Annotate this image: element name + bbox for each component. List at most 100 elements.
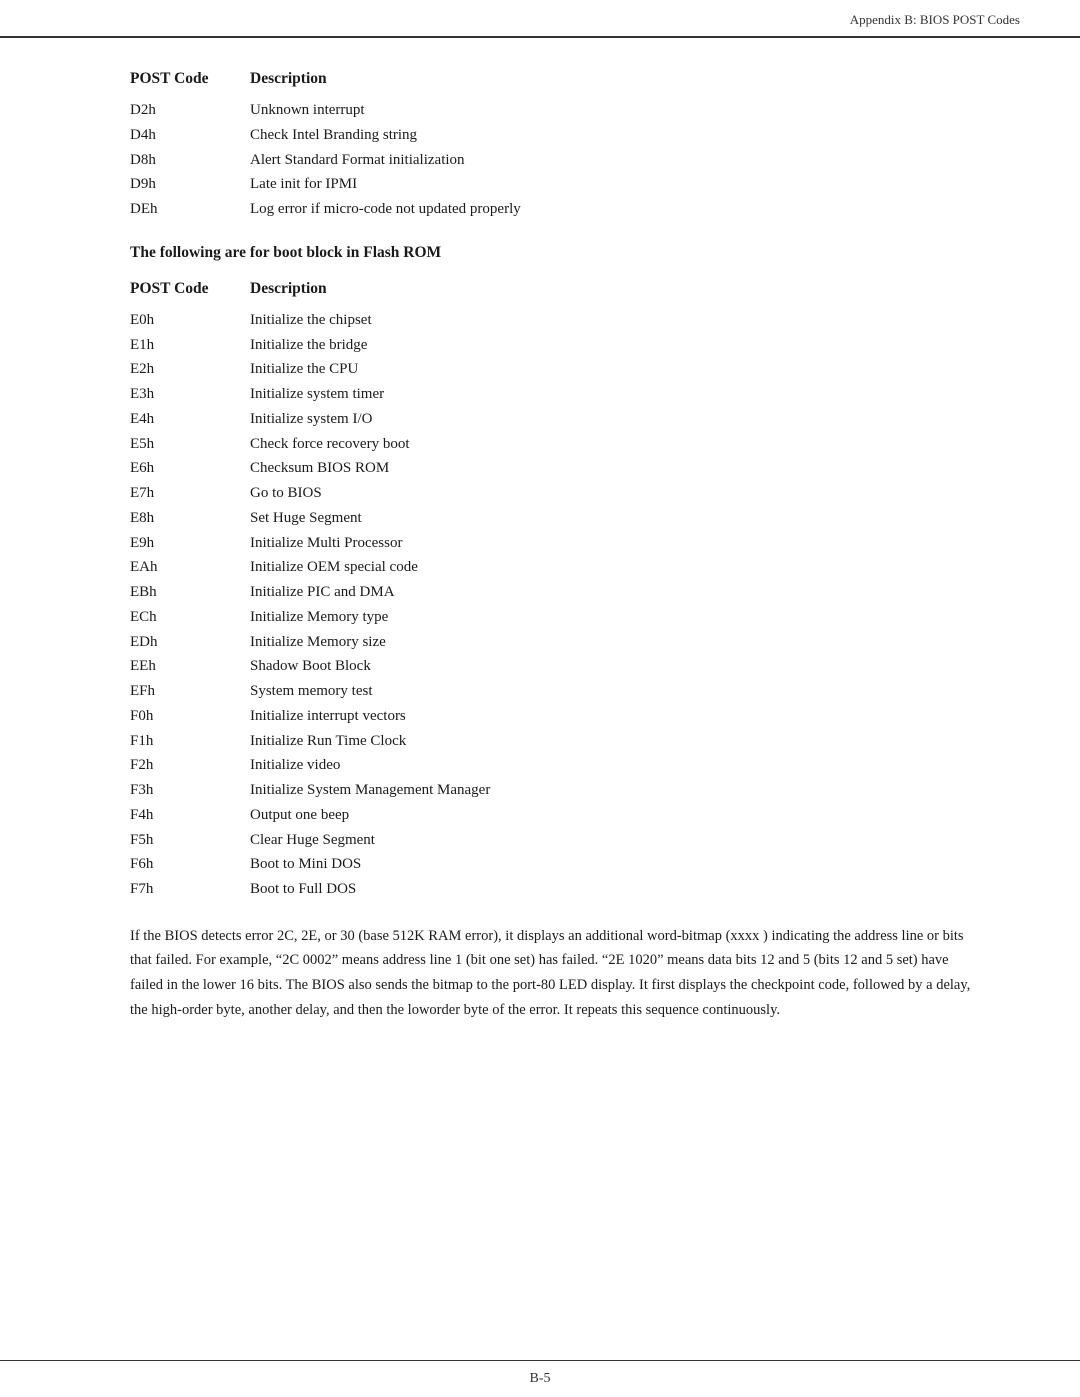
table1-header: POST Code Description [130, 70, 980, 88]
post-code-cell: EAh [130, 555, 250, 580]
post-code-cell: ECh [130, 605, 250, 630]
post-code-cell: E8h [130, 506, 250, 531]
table-row: F5h Clear Huge Segment [130, 828, 980, 853]
table-row: F0h Initialize interrupt vectors [130, 704, 980, 729]
table-row: EDh Initialize Memory size [130, 630, 980, 655]
table-row: DEh Log error if micro-code not updated … [130, 197, 980, 222]
desc-cell: Go to BIOS [250, 481, 322, 506]
post-code-cell: F2h [130, 753, 250, 778]
table-row: EEh Shadow Boot Block [130, 654, 980, 679]
post-code-cell: D2h [130, 98, 250, 123]
table-row: E9h Initialize Multi Processor [130, 531, 980, 556]
desc-cell: Initialize the CPU [250, 357, 358, 382]
table-row: F7h Boot to Full DOS [130, 877, 980, 902]
desc-cell: Output one beep [250, 803, 349, 828]
table-row: E3h Initialize system timer [130, 382, 980, 407]
table-row: EBh Initialize PIC and DMA [130, 580, 980, 605]
post-code-cell: F5h [130, 828, 250, 853]
table-row: F2h Initialize video [130, 753, 980, 778]
table1-rows: D2h Unknown interrupt D4h Check Intel Br… [130, 98, 980, 222]
post-code-cell: DEh [130, 197, 250, 222]
desc-cell: Shadow Boot Block [250, 654, 371, 679]
post-code-cell: E9h [130, 531, 250, 556]
header-label: Appendix B: BIOS POST Codes [850, 12, 1020, 27]
section-title: The following are for boot block in Flas… [130, 244, 980, 262]
table-row: E8h Set Huge Segment [130, 506, 980, 531]
post-code-cell: F0h [130, 704, 250, 729]
desc-cell: Initialize interrupt vectors [250, 704, 406, 729]
table-row: F4h Output one beep [130, 803, 980, 828]
desc-cell: Check Intel Branding string [250, 123, 417, 148]
post-code-cell: E3h [130, 382, 250, 407]
post-code-cell: E2h [130, 357, 250, 382]
table-row: E6h Checksum BIOS ROM [130, 456, 980, 481]
content-area: POST Code Description D2h Unknown interr… [0, 38, 1080, 1082]
desc-cell: Initialize Memory size [250, 630, 386, 655]
desc-cell: Unknown interrupt [250, 98, 365, 123]
post-code-cell: EBh [130, 580, 250, 605]
desc-cell: Log error if micro-code not updated prop… [250, 197, 521, 222]
desc-cell: Clear Huge Segment [250, 828, 375, 853]
table-row: F1h Initialize Run Time Clock [130, 729, 980, 754]
table-row: D8h Alert Standard Format initialization [130, 148, 980, 173]
post-code-cell: EDh [130, 630, 250, 655]
desc-cell: Initialize OEM special code [250, 555, 418, 580]
table2-col-desc: Description [250, 280, 327, 298]
post-code-cell: E1h [130, 333, 250, 358]
desc-cell: Initialize video [250, 753, 340, 778]
post-code-cell: D9h [130, 172, 250, 197]
post-code-cell: EFh [130, 679, 250, 704]
desc-cell: Checksum BIOS ROM [250, 456, 389, 481]
post-code-cell: F1h [130, 729, 250, 754]
post-code-cell: E4h [130, 407, 250, 432]
table-row: EAh Initialize OEM special code [130, 555, 980, 580]
desc-cell: Boot to Full DOS [250, 877, 356, 902]
post-code-cell: F6h [130, 852, 250, 877]
table-row: E1h Initialize the bridge [130, 333, 980, 358]
desc-cell: Initialize the chipset [250, 308, 372, 333]
desc-cell: Initialize System Management Manager [250, 778, 490, 803]
post-code-cell: E7h [130, 481, 250, 506]
desc-cell: Initialize Multi Processor [250, 531, 402, 556]
table-row: D4h Check Intel Branding string [130, 123, 980, 148]
table-row: F3h Initialize System Management Manager [130, 778, 980, 803]
table2-header: POST Code Description [130, 280, 980, 298]
post-code-cell: F7h [130, 877, 250, 902]
post-code-cell: E5h [130, 432, 250, 457]
table2-col-code: POST Code [130, 280, 250, 298]
desc-cell: Boot to Mini DOS [250, 852, 361, 877]
table1-col-code: POST Code [130, 70, 250, 88]
table-row: ECh Initialize Memory type [130, 605, 980, 630]
desc-cell: Alert Standard Format initialization [250, 148, 465, 173]
post-code-cell: E6h [130, 456, 250, 481]
table-row: E4h Initialize system I/O [130, 407, 980, 432]
page-header: Appendix B: BIOS POST Codes [0, 0, 1080, 38]
desc-cell: Initialize Memory type [250, 605, 388, 630]
table2-rows: E0h Initialize the chipset E1h Initializ… [130, 308, 980, 902]
desc-cell: Initialize Run Time Clock [250, 729, 406, 754]
page: Appendix B: BIOS POST Codes POST Code De… [0, 0, 1080, 1397]
desc-cell: System memory test [250, 679, 373, 704]
page-footer: B-5 [0, 1360, 1080, 1397]
desc-cell: Check force recovery boot [250, 432, 410, 457]
desc-cell: Initialize system I/O [250, 407, 372, 432]
post-code-cell: D8h [130, 148, 250, 173]
post-code-cell: F4h [130, 803, 250, 828]
table-row: EFh System memory test [130, 679, 980, 704]
table-row: E2h Initialize the CPU [130, 357, 980, 382]
table-row: F6h Boot to Mini DOS [130, 852, 980, 877]
table-row: D9h Late init for IPMI [130, 172, 980, 197]
table1-col-desc: Description [250, 70, 327, 88]
post-code-cell: E0h [130, 308, 250, 333]
desc-cell: Late init for IPMI [250, 172, 357, 197]
desc-cell: Initialize system timer [250, 382, 384, 407]
post-code-cell: F3h [130, 778, 250, 803]
note-paragraph: If the BIOS detects error 2C, 2E, or 30 … [130, 924, 980, 1023]
table-row: E0h Initialize the chipset [130, 308, 980, 333]
desc-cell: Set Huge Segment [250, 506, 362, 531]
post-code-cell: EEh [130, 654, 250, 679]
post-code-cell: D4h [130, 123, 250, 148]
table-row: E7h Go to BIOS [130, 481, 980, 506]
table-row: D2h Unknown interrupt [130, 98, 980, 123]
desc-cell: Initialize the bridge [250, 333, 367, 358]
